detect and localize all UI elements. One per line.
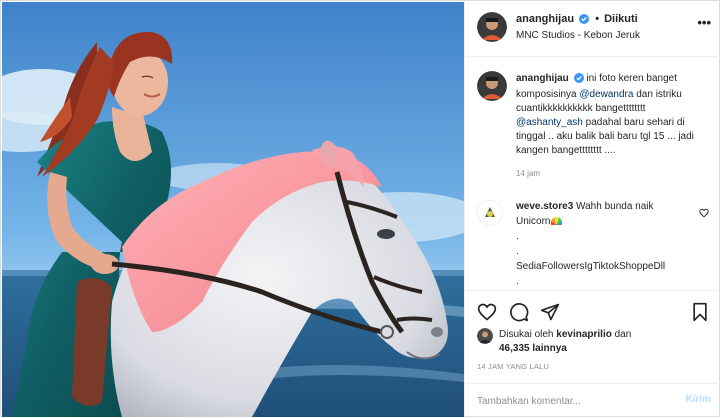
- liker-username-link[interactable]: kevinaprilio: [556, 329, 612, 340]
- add-comment-bar: Kirim: [465, 383, 720, 418]
- comment-input[interactable]: [477, 393, 667, 409]
- post-photo[interactable]: [2, 2, 464, 417]
- comment-icon[interactable]: [509, 302, 529, 327]
- separator-dot: •: [595, 13, 600, 25]
- likes-prefix: Disukai oleh: [499, 329, 554, 340]
- comment-text: .: [516, 276, 519, 287]
- comment-text: .: [516, 246, 519, 257]
- paper-plane-icon[interactable]: [540, 302, 560, 327]
- caption-username-link[interactable]: ananghijau: [516, 73, 569, 84]
- instagram-post-modal: ananghijau • Diikuti MNC Studios - Kebon…: [0, 0, 720, 418]
- author-username-link[interactable]: ananghijau: [516, 13, 574, 25]
- commenter-avatar[interactable]: [477, 200, 503, 226]
- post-caption: ananghijau ini foto keren banget komposi…: [516, 72, 706, 158]
- verified-badge-icon: [579, 14, 590, 27]
- bookmark-icon[interactable]: [691, 302, 709, 327]
- caption-author-avatar[interactable]: [477, 71, 507, 101]
- comment-item: weve.store3 Wahh bunda naik Unicorn . . …: [516, 199, 688, 289]
- author-avatar[interactable]: [477, 12, 507, 42]
- likes-middle: dan: [614, 329, 632, 340]
- more-options-icon[interactable]: •••: [697, 15, 711, 30]
- comment-like-heart-icon[interactable]: [699, 205, 709, 223]
- post-header: ananghijau • Diikuti MNC Studios - Kebon…: [465, 1, 720, 57]
- post-date[interactable]: 14 JAM YANG LALU: [477, 362, 549, 371]
- following-status-button[interactable]: Diikuti: [604, 13, 638, 25]
- mention-link[interactable]: @dewandra: [579, 89, 633, 100]
- comment-text: SediaFollowersIgTiktokShoppeDll: [516, 261, 666, 272]
- location-link[interactable]: MNC Studios - Kebon Jeruk: [516, 30, 640, 41]
- likes-count-link[interactable]: 46,335 lainnya: [499, 343, 567, 354]
- post-comment-button[interactable]: Kirim: [685, 394, 711, 405]
- commenter-username-link[interactable]: weve.store3: [516, 201, 573, 212]
- comments-area[interactable]: ananghijau ini foto keren banget komposi…: [465, 58, 720, 290]
- heart-icon[interactable]: [477, 302, 497, 327]
- caption-timestamp[interactable]: 14 jam: [516, 169, 540, 178]
- mention-link[interactable]: @ashanty_ash: [516, 117, 583, 128]
- verified-badge-icon: [573, 73, 584, 88]
- post-side-panel: ananghijau • Diikuti MNC Studios - Kebon…: [464, 1, 720, 418]
- liker-avatar[interactable]: [477, 328, 493, 344]
- rainbow-emoji-icon: [551, 217, 563, 225]
- post-actions-bar: [465, 290, 720, 330]
- comment-text: .: [516, 231, 519, 242]
